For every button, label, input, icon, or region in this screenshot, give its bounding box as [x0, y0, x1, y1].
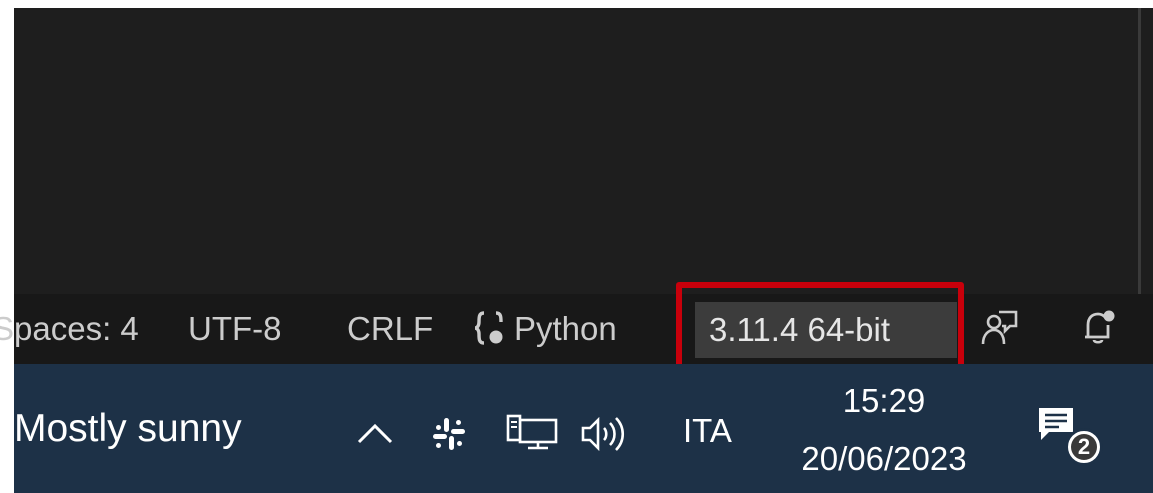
notification-center-button[interactable]: 2 — [1035, 404, 1115, 484]
slack-icon[interactable] — [431, 416, 467, 452]
notification-count: 2 — [1071, 434, 1097, 460]
braces-icon — [474, 311, 503, 345]
status-bar: Spaces: 4 UTF-8 CRLF Python 3.11.4 64-bi… — [0, 294, 1153, 364]
indentation-spaces[interactable]: Spaces: 4 — [0, 294, 139, 364]
clock-time: 15:29 — [842, 382, 926, 419]
network-icon[interactable] — [506, 414, 558, 452]
notifications-bell-icon[interactable] — [1080, 307, 1118, 347]
end-of-line[interactable]: CRLF — [347, 294, 433, 364]
feedback-icon[interactable] — [981, 308, 1019, 348]
clock[interactable]: 15:29 20/06/2023 — [774, 364, 994, 493]
file-encoding[interactable]: UTF-8 — [188, 294, 282, 364]
clock-date: 20/06/2023 — [801, 440, 967, 477]
language-label: Python — [514, 310, 617, 347]
editor-area[interactable] — [14, 8, 1153, 294]
language-mode[interactable]: Python — [473, 294, 673, 364]
chevron-up-icon[interactable] — [355, 418, 395, 448]
volume-icon[interactable] — [580, 416, 626, 452]
weather-widget[interactable]: Mostly sunny — [14, 407, 242, 451]
input-language[interactable]: ITA — [683, 412, 732, 450]
interpreter-highlight-box — [676, 282, 964, 372]
notification-count-badge: 2 — [1065, 428, 1103, 466]
editor-scrollbar[interactable] — [1138, 8, 1141, 294]
windows-taskbar: Mostly sunny ITA 15:29 20/06/2023 2 — [14, 364, 1153, 493]
